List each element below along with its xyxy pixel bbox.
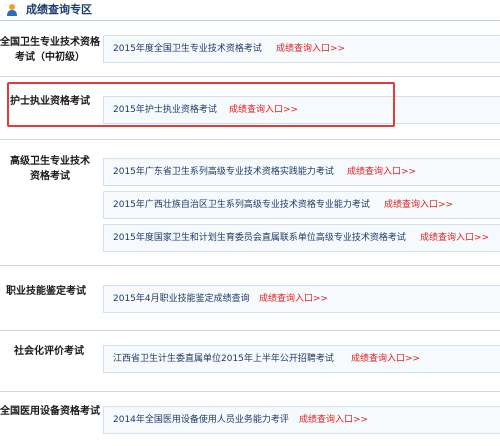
divider bbox=[0, 330, 500, 331]
exam-name: 2015年广东省卫生系列高级专业技术资格实践能力考试 bbox=[113, 167, 334, 177]
divider bbox=[0, 76, 500, 77]
exam-entry: 江西省卫生计生委直属单位2015年上半年公开招聘考试 成绩查询入口>> bbox=[103, 345, 500, 373]
section-header: 成绩查询专区 bbox=[0, 0, 500, 21]
score-query-link[interactable]: 成绩查询入口>> bbox=[420, 232, 489, 245]
score-query-link[interactable]: 成绩查询入口>> bbox=[276, 43, 345, 56]
exam-entry: 2015年广东省卫生系列高级专业技术资格实践能力考试 成绩查询入口>> bbox=[103, 158, 500, 186]
user-icon bbox=[7, 4, 17, 16]
exam-entry: 2014年全国医用设备使用人员业务能力考评 成绩查询入口>> bbox=[103, 406, 500, 434]
section-title: 成绩查询专区 bbox=[26, 3, 92, 16]
divider bbox=[0, 139, 500, 140]
divider bbox=[0, 391, 500, 392]
exam-entry: 2015年广西壮族自治区卫生系列高级专业技术资格专业能力考试 成绩查询入口>> bbox=[103, 191, 500, 219]
exam-name: 2015年度全国卫生专业技术资格考试 bbox=[113, 44, 262, 54]
exam-name: 2014年全国医用设备使用人员业务能力考评 bbox=[113, 415, 289, 425]
category-label: 全国卫生专业技术资格 考试（中初级） bbox=[0, 37, 100, 63]
category-label: 职业技能鉴定考试 bbox=[6, 286, 86, 297]
category-label: 社会化评价考试 bbox=[14, 346, 84, 357]
category-label: 高级卫生专业技术 资格考试 bbox=[10, 156, 90, 182]
exam-name: 2015年度国家卫生和计划生育委员会直属联系单位高级专业技术资格考试 bbox=[113, 233, 406, 243]
exam-entry: 2015年度国家卫生和计划生育委员会直属联系单位高级专业技术资格考试 成绩查询入… bbox=[103, 224, 500, 252]
score-query-link[interactable]: 成绩查询入口>> bbox=[299, 414, 368, 427]
exam-name: 2015年广西壮族自治区卫生系列高级专业技术资格专业能力考试 bbox=[113, 200, 370, 210]
divider bbox=[0, 265, 500, 266]
exam-name: 江西省卫生计生委直属单位2015年上半年公开招聘考试 bbox=[113, 354, 334, 364]
exam-name: 2015年4月职业技能鉴定成绩查询 bbox=[113, 294, 250, 304]
score-query-link[interactable]: 成绩查询入口>> bbox=[384, 199, 453, 212]
category-label: 全国医用设备资格考试 bbox=[0, 406, 100, 417]
score-query-link[interactable]: 成绩查询入口>> bbox=[351, 353, 420, 366]
exam-entry: 2015年4月职业技能鉴定成绩查询 成绩查询入口>> bbox=[103, 285, 500, 313]
exam-entry: 2015年度全国卫生专业技术资格考试 成绩查询入口>> bbox=[103, 35, 500, 63]
score-query-link[interactable]: 成绩查询入口>> bbox=[259, 293, 328, 306]
highlight-box bbox=[7, 82, 395, 127]
score-query-link[interactable]: 成绩查询入口>> bbox=[347, 166, 416, 179]
